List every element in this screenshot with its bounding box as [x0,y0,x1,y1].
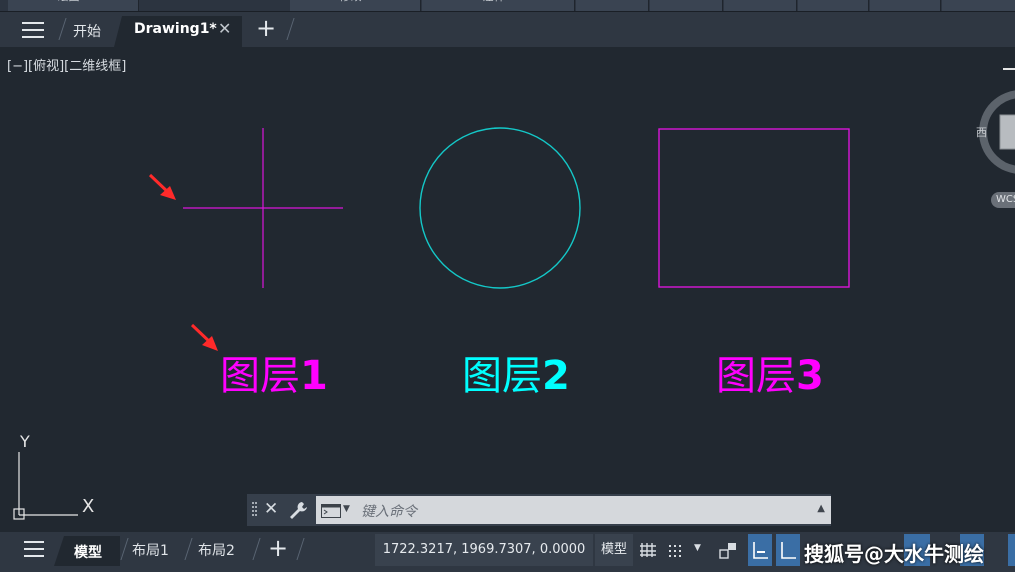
chevron-down-icon[interactable]: ▼ [343,504,350,514]
hamburger-menu-icon[interactable] [22,22,44,38]
tab-model-label: 模型 [74,545,102,561]
ribbon-panel-draw[interactable]: 绘图 ▾ [8,0,139,11]
ribbon-panel-dropdown[interactable]: ▾ [942,0,1015,11]
layer1-text-label[interactable]: 图层1 [220,352,328,400]
tab-model[interactable]: 模型 [54,536,120,566]
ucs-y-label: Y [19,432,30,451]
grid-icon[interactable] [637,534,661,566]
hamburger-menu-icon[interactable] [24,541,44,562]
ribbon-panel-dropdown[interactable]: ▾ [650,0,723,11]
ucs-icon [13,452,78,520]
new-tab-plus-icon[interactable]: + [256,16,276,40]
ortho-mode-icon[interactable] [748,534,772,566]
model-space-toggle[interactable]: 模型 [595,534,633,566]
ribbon-panel-annotate[interactable]: 注释 ▾ [422,0,575,11]
file-tab-bar: 开始 Drawing1* ✕ + [0,12,1015,47]
snap-dropdown-chevron-icon[interactable]: ▼ [690,534,708,566]
layer2-circle[interactable] [419,127,581,289]
watermark-text: 搜狐号@大水牛测绘 [804,542,984,566]
layer3-text-number: 3 [796,353,824,399]
tab-divider [120,538,129,560]
tab-layout1[interactable]: 布局1 [132,540,169,560]
drawing-canvas[interactable]: Y X [0,47,1015,532]
close-tab-icon[interactable]: ✕ [218,19,231,38]
infer-constraints-icon[interactable] [716,534,740,566]
add-layout-plus-icon[interactable]: + [268,534,288,562]
wrench-icon[interactable] [288,500,308,524]
command-prompt-icon[interactable] [321,503,341,522]
autocad-window: 绘图 ▾ 修改 ▾ 注释 ▾ ▾ ▾ ▾ ▾ ▾ ▾ 开始 Drawing1* … [0,0,1015,572]
close-command-line-icon[interactable]: ✕ [264,499,278,519]
layer1-text-number: 1 [300,353,328,399]
layer3-rectangle[interactable] [658,128,850,288]
red-arrow-icon [148,173,176,200]
ucs-x-label: X [82,496,94,517]
tab-divider [58,18,67,40]
tab-drawing1-label: Drawing1* [134,21,217,37]
ribbon-panel-dropdown[interactable]: ▾ [870,0,941,11]
tab-divider [184,538,193,560]
command-line: ✕ ▼ 键入命令 ▲ [247,494,831,526]
wcs-menu-button[interactable]: WCS [991,192,1015,208]
red-arrow-icon [190,323,218,351]
tab-drawing1[interactable]: Drawing1* ✕ [114,16,242,47]
ribbon-panel-modify[interactable]: 修改 ▾ [290,0,421,11]
drag-grip-icon[interactable] [252,502,258,518]
command-input-placeholder: 键入命令 [361,504,417,520]
ribbon-panel-dropdown[interactable]: ▾ [576,0,649,11]
command-input[interactable]: ▼ 键入命令 ▲ [316,496,831,524]
tab-layout2[interactable]: 布局2 [198,540,235,560]
snap-dots-icon[interactable] [664,534,688,566]
chevron-up-icon[interactable]: ▲ [817,503,825,514]
layer2-text-label[interactable]: 图层2 [462,352,570,400]
coordinates-readout[interactable]: 1722.3217, 1969.7307, 0.0000 [375,534,593,566]
status-bar: 模型 布局1 布局2 + 1722.3217, 1969.7307, 0.000… [0,532,1015,572]
tab-start[interactable]: 开始 [73,21,101,41]
layer3-text-label[interactable]: 图层3 [716,352,824,400]
ribbon-panel-labels: 绘图 ▾ 修改 ▾ 注释 ▾ ▾ ▾ ▾ ▾ ▾ ▾ [0,0,1015,12]
layer1-text-name: 图层 [220,353,300,399]
tab-divider [296,538,305,560]
tab-divider [286,18,295,40]
ribbon-panel-dropdown[interactable]: ▾ [798,0,869,11]
layer2-text-name: 图层 [462,353,542,399]
tab-divider [252,538,261,560]
polar-tracking-icon[interactable] [776,534,800,566]
viewcube-west-label[interactable]: 西 [976,124,987,140]
lineweight-icon[interactable] [1008,534,1015,566]
ribbon-panel-dropdown[interactable]: ▾ [724,0,797,11]
viewcube[interactable]: 西 WCS [975,60,1015,220]
layer3-text-name: 图层 [716,353,796,399]
layer2-text-number: 2 [542,353,570,399]
